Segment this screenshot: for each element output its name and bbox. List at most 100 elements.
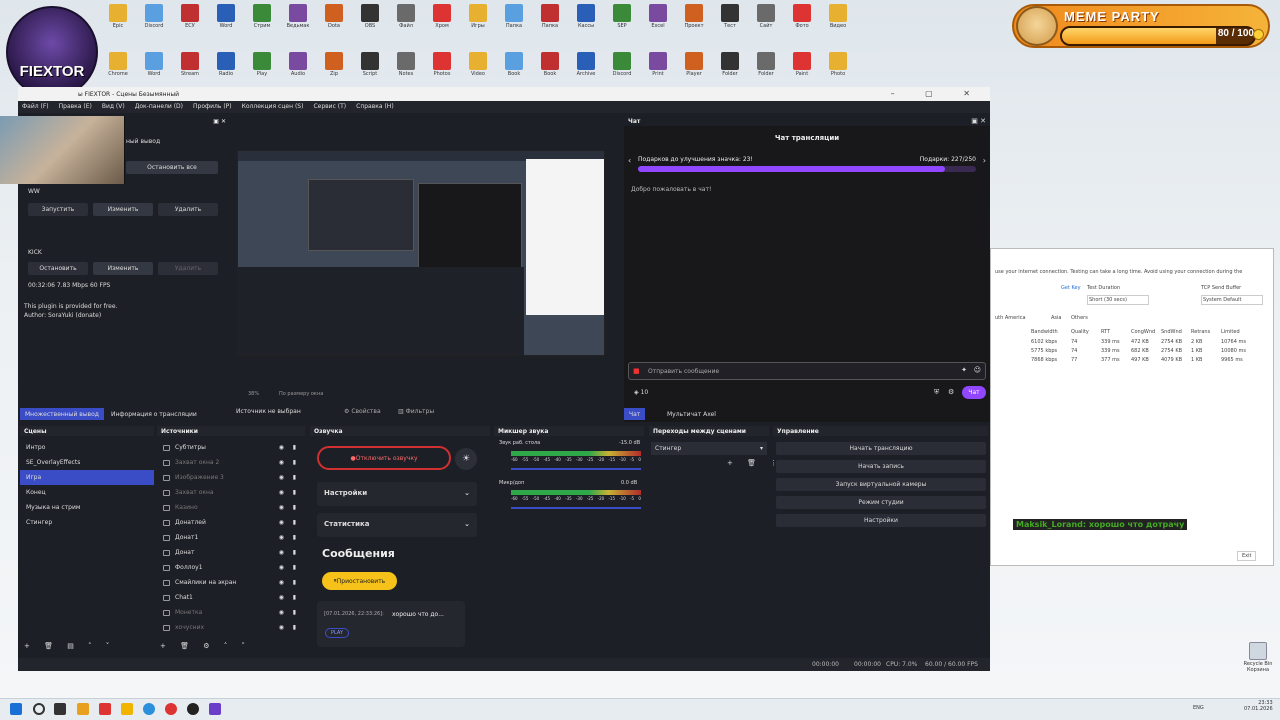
desktop-icon[interactable]: Zip: [316, 50, 352, 88]
tcp-buffer-select[interactable]: System Default: [1201, 295, 1263, 305]
tab-multichat[interactable]: Мультичат Axel: [662, 408, 721, 420]
lock-icon[interactable]: ▮: [293, 579, 296, 586]
voice-settings-section[interactable]: Настройки ⌄: [317, 482, 477, 506]
emoji-icon[interactable]: ☺: [974, 366, 981, 374]
language-indicator[interactable]: ENG: [1193, 705, 1204, 711]
eye-icon[interactable]: ◉: [279, 504, 284, 511]
stop-all-button[interactable]: Остановить все: [126, 161, 218, 174]
desktop-icon[interactable]: Photos: [424, 50, 460, 88]
yandex-icon[interactable]: [99, 703, 111, 715]
source-item[interactable]: Захват окна ◉ ▮: [157, 485, 302, 500]
menu-item[interactable]: Профиль (P): [193, 103, 232, 113]
desktop-icon[interactable]: Stream: [172, 50, 208, 88]
source-item[interactable]: Казино ◉ ▮: [157, 500, 302, 515]
menu-item[interactable]: Правка (E): [59, 103, 92, 113]
scene-item[interactable]: SE_OverlayEffects: [20, 455, 154, 470]
desktop-icon[interactable]: Photo: [820, 50, 856, 88]
control-button[interactable]: Настройки: [776, 514, 986, 527]
menu-item[interactable]: Коллекция сцен (S): [242, 103, 304, 113]
desktop-icon[interactable]: Проект: [676, 2, 712, 40]
zoom-fit[interactable]: По размеру окна: [279, 391, 323, 397]
desktop-icon[interactable]: Player: [676, 50, 712, 88]
plugin-author[interactable]: Author: SoraYuki (donate): [24, 312, 101, 319]
source-item[interactable]: Монетка ◉ ▮: [157, 605, 302, 620]
shield-icon[interactable]: ⛨: [934, 388, 939, 397]
region-tab-2[interactable]: Asia: [1051, 315, 1061, 321]
preview-canvas[interactable]: [237, 150, 605, 356]
desktop-icon[interactable]: Папка: [496, 2, 532, 40]
desktop-icon[interactable]: Игры: [460, 2, 496, 40]
desktop-icon[interactable]: Хром: [424, 2, 460, 40]
obs-icon[interactable]: [187, 703, 199, 715]
desktop-icon[interactable]: Кассы: [568, 2, 604, 40]
scene-item[interactable]: Интро: [20, 440, 154, 455]
desktop-icon[interactable]: Book: [532, 50, 568, 88]
desktop-icon[interactable]: Radio: [208, 50, 244, 88]
desktop-icon[interactable]: Book: [496, 50, 532, 88]
mixer-ch1-slider[interactable]: [511, 468, 641, 470]
sources-toolbar[interactable]: + 🗑 ⚙ ˄ ˅: [160, 642, 251, 650]
search-icon[interactable]: [33, 703, 45, 715]
menu-item[interactable]: Вид (V): [102, 103, 125, 113]
exit-button[interactable]: Exit: [1237, 551, 1257, 561]
chevron-left-icon[interactable]: ‹: [628, 156, 631, 165]
desktop-icon[interactable]: Folder: [748, 50, 784, 88]
bits-icon[interactable]: ✦: [961, 366, 967, 374]
control-button[interactable]: Запуск виртуальной камеры: [776, 478, 986, 491]
eye-icon[interactable]: ◉: [279, 459, 284, 466]
menu-item[interactable]: Док-панели (D): [135, 103, 183, 113]
desktop-icon[interactable]: OBS: [352, 2, 388, 40]
desktop-icon[interactable]: Ведьмак: [280, 2, 316, 40]
desktop-icon[interactable]: Play: [244, 50, 280, 88]
chrome-icon[interactable]: [165, 703, 177, 715]
desktop-icon[interactable]: Discord: [136, 2, 172, 40]
lock-icon[interactable]: ▮: [293, 489, 296, 496]
eye-icon[interactable]: ◉: [279, 534, 284, 541]
menu-item[interactable]: Справка (H): [356, 103, 394, 113]
desktop-icon[interactable]: Discord: [604, 50, 640, 88]
scene-item[interactable]: Конец: [20, 485, 154, 500]
lock-icon[interactable]: ▮: [293, 519, 296, 526]
source-item[interactable]: Смайлики на экран ◉ ▮: [157, 575, 302, 590]
desktop-icon[interactable]: Folder: [712, 50, 748, 88]
lock-icon[interactable]: ▮: [293, 594, 296, 601]
get-key-link[interactable]: Get Key: [1061, 285, 1081, 291]
scene-item[interactable]: Стингер: [20, 515, 154, 530]
control-button[interactable]: Начать трансляцию: [776, 442, 986, 455]
channel-points[interactable]: ◈ 10: [634, 389, 648, 396]
transition-select[interactable]: Стингер ▾: [651, 442, 767, 455]
desktop-icon[interactable]: Тест: [712, 2, 748, 40]
control-button[interactable]: Режим студии: [776, 496, 986, 509]
explorer-icon[interactable]: [77, 703, 89, 715]
recycle-bin-icon[interactable]: Recycle Bin Корзина: [1240, 640, 1276, 678]
region-tab-3[interactable]: Others: [1071, 315, 1088, 321]
lock-icon[interactable]: ▮: [293, 444, 296, 451]
source-item[interactable]: хочусних ◉ ▮: [157, 620, 302, 635]
eye-icon[interactable]: ◉: [279, 549, 284, 556]
eye-icon[interactable]: ◉: [279, 594, 284, 601]
region-tab-1[interactable]: uth America: [995, 315, 1026, 321]
lock-icon[interactable]: ▮: [293, 609, 296, 616]
lock-icon[interactable]: ▮: [293, 474, 296, 481]
desktop-icon[interactable]: Стрим: [244, 2, 280, 40]
scene-item[interactable]: Игра: [20, 470, 154, 485]
desktop-icon[interactable]: Paint: [784, 50, 820, 88]
source-item[interactable]: Изображение 3 ◉ ▮: [157, 470, 302, 485]
desktop-icon[interactable]: Video: [460, 50, 496, 88]
filters-button[interactable]: ▥ Фильтры: [398, 408, 434, 415]
desktop-icon[interactable]: Notes: [388, 50, 424, 88]
mixer-ch2-slider[interactable]: [511, 507, 641, 509]
transition-toolbar[interactable]: + 🗑 ⋮: [727, 459, 783, 467]
source-item[interactable]: Захват окна 2 ◉ ▮: [157, 455, 302, 470]
lock-icon[interactable]: ▮: [293, 459, 296, 466]
desktop-icon[interactable]: Audio: [280, 50, 316, 88]
desktop-icon[interactable]: Script: [352, 50, 388, 88]
edit-button[interactable]: Изменить: [93, 203, 153, 216]
disable-voice-button[interactable]: ● Отключить озвучку: [317, 446, 451, 470]
eye-icon[interactable]: ◉: [279, 444, 284, 451]
lock-icon[interactable]: ▮: [293, 504, 296, 511]
edge-icon[interactable]: [143, 703, 155, 715]
lock-icon[interactable]: ▮: [293, 534, 296, 541]
lock-icon[interactable]: ▮: [293, 564, 296, 571]
theme-toggle-icon[interactable]: ☀: [455, 448, 477, 470]
